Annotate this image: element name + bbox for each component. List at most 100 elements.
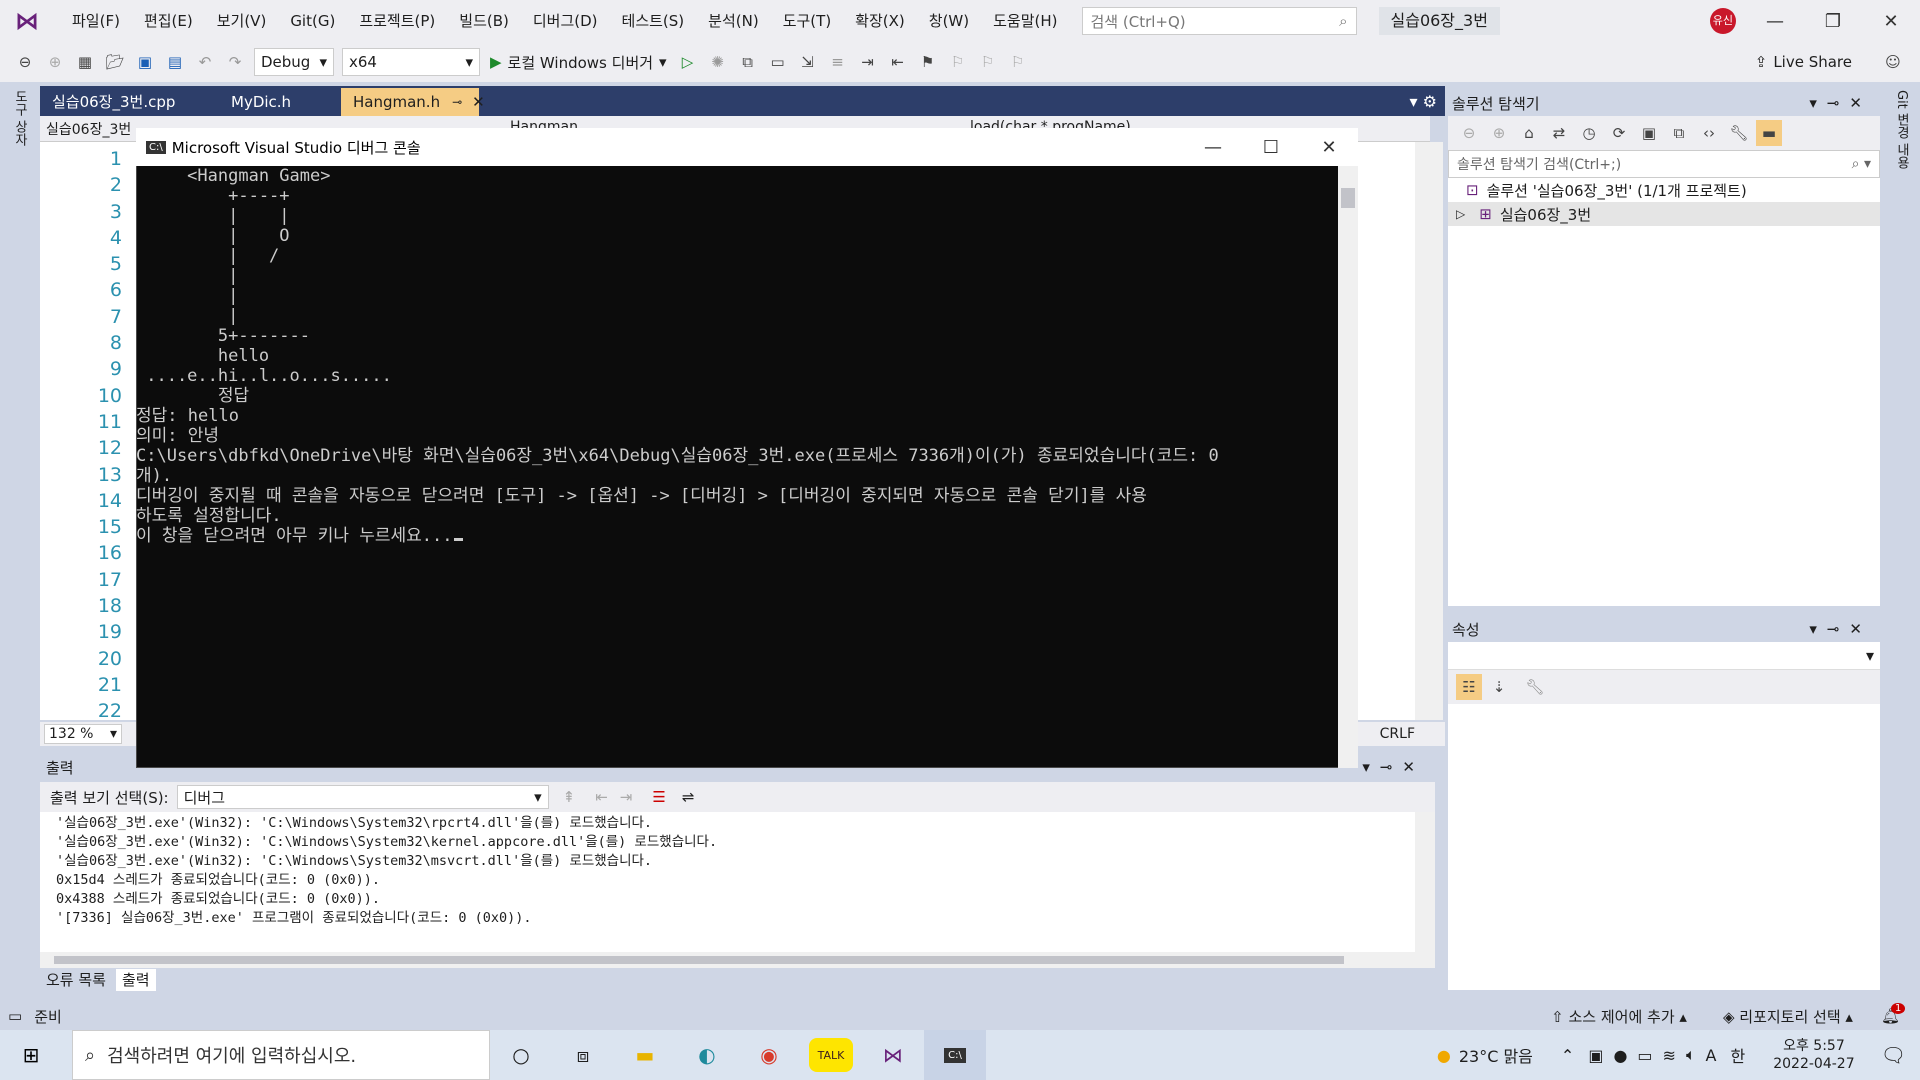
cortana-icon[interactable]: ○ xyxy=(490,1030,552,1080)
platform-select[interactable]: x64 ▾ xyxy=(342,48,480,76)
menu-item[interactable]: 프로젝트(P) xyxy=(347,0,447,42)
menu-item[interactable]: 도구(T) xyxy=(771,0,843,42)
bookmark-icon[interactable]: ⚑ xyxy=(915,49,941,75)
tab-output[interactable]: 출력 xyxy=(115,969,156,991)
pane-controls-icon[interactable]: ▾⊸✕ xyxy=(1809,620,1872,638)
home-icon[interactable]: ⌂ xyxy=(1516,120,1542,146)
source-control-button[interactable]: ⇧ 소스 제어에 추가 ▴ xyxy=(1551,1006,1687,1027)
tab-overflow-icon[interactable]: ▾ ⚙ xyxy=(1402,88,1445,116)
pane-controls-icon[interactable]: ▾⊸✕ xyxy=(1809,94,1872,112)
pending-changes-icon[interactable]: ◷ xyxy=(1576,120,1602,146)
layout-icon[interactable]: ▭ xyxy=(765,49,791,75)
pane-controls-icon[interactable]: ▾⊸✕ xyxy=(1362,758,1425,776)
preview-icon[interactable]: ▬ xyxy=(1756,120,1782,146)
live-share-button[interactable]: ⇪ Live Share xyxy=(1755,53,1852,71)
menu-item[interactable]: 확장(X) xyxy=(843,0,917,42)
windows-start-icon[interactable]: ⊞ xyxy=(0,1030,62,1080)
config-select[interactable]: Debug ▾ xyxy=(254,48,334,76)
search-input[interactable]: 검색 (Ctrl+Q) ⌕ xyxy=(1081,7,1357,35)
zoom-select[interactable]: 132 % ▾ xyxy=(44,724,122,744)
clock[interactable]: 오후 5:57 2022-04-27 xyxy=(1773,1037,1854,1073)
find-message-icon[interactable]: ⇞ xyxy=(563,788,576,806)
menu-item[interactable]: 빌드(B) xyxy=(447,0,521,42)
restore-icon[interactable]: ❐ xyxy=(1804,11,1862,32)
open-folder-icon[interactable]: 📂︎ xyxy=(102,49,128,75)
start-without-debug-icon[interactable]: ▷ xyxy=(675,49,701,75)
menu-item[interactable]: 디버그(D) xyxy=(521,0,610,42)
menu-item[interactable]: 분석(N) xyxy=(696,0,771,42)
notification-center-icon[interactable]: 🗨︎ xyxy=(1881,1043,1906,1067)
forward-icon[interactable]: ⊕ xyxy=(1486,120,1512,146)
word-wrap-icon[interactable]: ⇌ xyxy=(682,788,695,806)
code-view-icon[interactable]: ‹› xyxy=(1696,120,1722,146)
task-view-icon[interactable]: ⧈ xyxy=(552,1030,614,1080)
editor-scrollbar[interactable] xyxy=(1415,142,1443,720)
expand-icon[interactable]: ▷ xyxy=(1456,207,1465,221)
properties-icon[interactable]: 🔧︎ xyxy=(1726,120,1752,146)
wifi-icon[interactable]: ≋ xyxy=(1663,1046,1676,1065)
pin-icon[interactable]: ⊸ xyxy=(452,88,462,116)
save-icon[interactable]: ▣ xyxy=(132,49,158,75)
redo-icon[interactable]: ↷ xyxy=(222,49,248,75)
indent-icon[interactable]: ⇥ xyxy=(855,49,881,75)
collapse-all-icon[interactable]: ▣ xyxy=(1636,120,1662,146)
show-all-files-icon[interactable]: ⧉ xyxy=(1666,120,1692,146)
alphabetical-icon[interactable]: ⇣ xyxy=(1486,674,1512,700)
browse-icon[interactable]: ⧉ xyxy=(735,49,761,75)
toolbox-tab[interactable]: 도구 상자 xyxy=(0,82,39,154)
close-icon[interactable]: ✕ xyxy=(1862,11,1920,32)
prev-message-icon[interactable]: ⇤ xyxy=(595,788,608,806)
console-taskbar-icon[interactable]: C:\ xyxy=(924,1030,986,1080)
maximize-icon[interactable]: ☐ xyxy=(1242,137,1300,158)
bookmark-next-icon[interactable]: ⚐ xyxy=(975,49,1001,75)
notifications-button[interactable]: 🔔︎ 1 xyxy=(1881,1003,1906,1025)
undo-icon[interactable]: ↶ xyxy=(192,49,218,75)
output-scrollbar[interactable] xyxy=(1415,812,1435,952)
tree-solution[interactable]: ⊡ 솔루션 '실습06장_3번' (1/1개 프로젝트) xyxy=(1448,178,1880,202)
output-text[interactable]: '실습06장_3번.exe'(Win32): 'C:\Windows\Syste… xyxy=(40,812,1415,952)
repository-button[interactable]: ◈ 리포지토리 선택 ▴ xyxy=(1723,1006,1853,1027)
back-icon[interactable]: ⊖ xyxy=(12,49,38,75)
console-output[interactable]: <Hangman Game> +----+ | | | O | / | | | … xyxy=(136,166,1336,768)
font-icon[interactable]: A xyxy=(1706,1046,1717,1065)
file-explorer-icon[interactable]: ▬ xyxy=(614,1030,676,1080)
menu-item[interactable]: 파일(F) xyxy=(60,0,132,42)
outdent-icon[interactable]: ⇤ xyxy=(885,49,911,75)
volume-icon[interactable]: 🔈︎ xyxy=(1686,1045,1696,1065)
tab-cpp[interactable]: 실습06장_3번.cpp xyxy=(40,88,215,116)
solution-search-input[interactable]: 솔루션 탐색기 검색(Ctrl+;) ⌕ ▾ xyxy=(1448,150,1880,178)
properties-object-select[interactable]: ▾ xyxy=(1448,642,1880,670)
comment-icon[interactable]: ≡ xyxy=(825,49,851,75)
next-message-icon[interactable]: ⇥ xyxy=(620,788,633,806)
ime-indicator[interactable]: 한 xyxy=(1731,1043,1746,1067)
talk-tray-icon[interactable]: ● xyxy=(1613,1046,1627,1065)
menu-item[interactable]: 도움말(H) xyxy=(981,0,1069,42)
minimize-icon[interactable]: — xyxy=(1184,137,1242,158)
tab-error-list[interactable]: 오류 목록 xyxy=(40,969,112,991)
forward-icon[interactable]: ⊕ xyxy=(42,49,68,75)
select-icon[interactable]: ⇲ xyxy=(795,49,821,75)
output-hscrollbar[interactable] xyxy=(40,952,1435,968)
chrome-icon[interactable]: ◉ xyxy=(738,1030,800,1080)
tray-overflow-icon[interactable]: ⌃ xyxy=(1561,1046,1574,1065)
kakaotalk-icon[interactable]: TALK xyxy=(809,1038,853,1072)
close-icon[interactable]: ✕ xyxy=(1300,137,1358,158)
start-debug-button[interactable]: ▶ 로컬 Windows 디버거 ▾ xyxy=(490,52,667,73)
line-ending[interactable]: CRLF xyxy=(1380,726,1415,742)
tab-mydic[interactable]: MyDic.h xyxy=(219,88,337,116)
menu-item[interactable]: 창(W) xyxy=(917,0,981,42)
clear-all-icon[interactable]: ☰ xyxy=(652,788,665,806)
output-source-select[interactable]: 디버그 ▾ xyxy=(176,785,549,809)
categorized-icon[interactable]: ☷ xyxy=(1456,674,1482,700)
weather-label[interactable]: 23°C 맑음 xyxy=(1459,1043,1533,1067)
minimize-icon[interactable]: — xyxy=(1746,11,1804,32)
bookmark-prev-icon[interactable]: ⚐ xyxy=(945,49,971,75)
close-tab-icon[interactable]: ✕ xyxy=(472,88,485,116)
menu-item[interactable]: Git(G) xyxy=(278,0,347,42)
menu-item[interactable]: 보기(V) xyxy=(205,0,279,42)
battery-icon[interactable]: ▭ xyxy=(1637,1046,1652,1065)
tree-project[interactable]: ▷ ⊞ 실습06장_3번 xyxy=(1448,202,1880,226)
save-all-icon[interactable]: ▤ xyxy=(162,49,188,75)
edge-icon[interactable]: ◐ xyxy=(676,1030,738,1080)
refresh-icon[interactable]: ⟳ xyxy=(1606,120,1632,146)
